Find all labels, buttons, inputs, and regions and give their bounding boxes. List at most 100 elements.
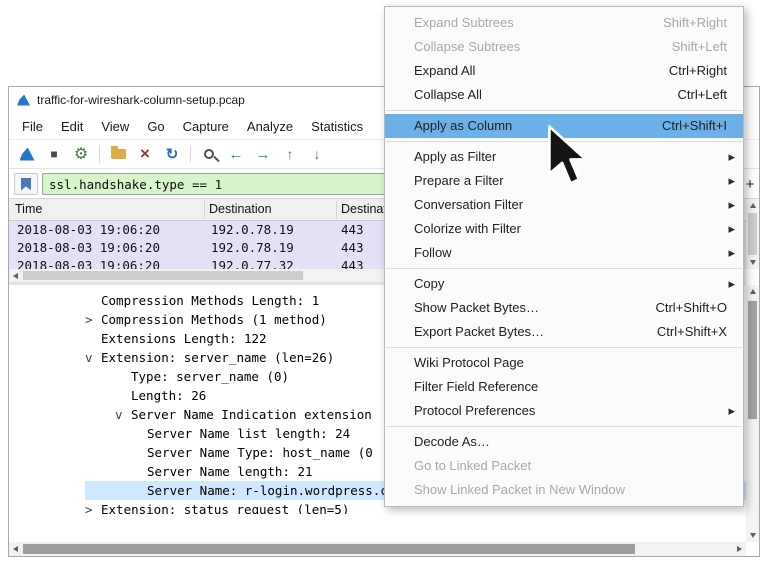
stop-capture-icon[interactable] xyxy=(42,142,66,166)
menu-item-follow[interactable]: Follow xyxy=(385,241,743,265)
scrollbar-thumb[interactable] xyxy=(748,213,757,255)
go-to-first-packet-icon[interactable] xyxy=(278,142,302,166)
menu-go[interactable]: Go xyxy=(138,119,173,134)
column-divider xyxy=(204,201,205,219)
packet-destination: 192.0.78.19 xyxy=(211,239,294,257)
scrollbar-thumb[interactable] xyxy=(23,544,635,554)
menu-item-shortcut: Ctrl+Shift+O xyxy=(655,296,727,320)
submenu-arrow-icon xyxy=(728,241,735,265)
tree-expand-arrow[interactable]: v xyxy=(85,348,101,367)
submenu-arrow-icon xyxy=(728,169,735,193)
filter-bookmark-button[interactable] xyxy=(14,173,38,195)
menu-item-label: Show Linked Packet in New Window xyxy=(414,478,727,502)
menu-item-expand-all[interactable]: Expand All Ctrl+Right xyxy=(385,59,743,83)
toolbar-separator xyxy=(190,145,191,163)
menu-item-label: Expand Subtrees xyxy=(414,11,643,35)
menu-item-show-linked-packet-in-new-window: Show Linked Packet in New Window xyxy=(385,478,743,502)
close-file-icon[interactable] xyxy=(133,142,157,166)
column-divider xyxy=(336,201,337,219)
tree-item-text: Compression Methods Length: 1 xyxy=(101,293,319,308)
menu-item-go-to-linked-packet: Go to Linked Packet xyxy=(385,454,743,478)
menu-item-wiki-protocol-page[interactable]: Wiki Protocol Page xyxy=(385,351,743,375)
scrollbar-thumb[interactable] xyxy=(748,301,757,419)
menu-separator xyxy=(386,347,742,348)
tree-item-text: Server Name Indication extension xyxy=(131,407,372,422)
add-filter-button[interactable]: + xyxy=(742,173,758,195)
menu-item-label: Protocol Preferences xyxy=(414,399,727,423)
menu-item-shortcut: Ctrl+Right xyxy=(669,59,727,83)
menu-item-filter-field-reference[interactable]: Filter Field Reference xyxy=(385,375,743,399)
window-title: traffic-for-wireshark-column-setup.pcap xyxy=(37,93,245,107)
tree-item-text: Server Name length: 21 xyxy=(147,464,313,479)
submenu-arrow-icon xyxy=(728,217,735,241)
screen: traffic-for-wireshark-column-setup.pcap … xyxy=(0,0,768,563)
go-forward-icon[interactable] xyxy=(251,142,275,166)
submenu-arrow-icon xyxy=(728,145,735,169)
menu-analyze[interactable]: Analyze xyxy=(238,119,302,134)
menu-item-label: Collapse Subtrees xyxy=(414,35,652,59)
scrollbar-thumb[interactable] xyxy=(23,271,303,280)
scroll-left-icon[interactable] xyxy=(9,542,22,555)
menu-item-label: Colorize with Filter xyxy=(414,217,727,241)
details-hscrollbar[interactable] xyxy=(9,542,746,556)
menu-item-label: Collapse All xyxy=(414,83,658,107)
bookmark-icon xyxy=(21,178,31,191)
reload-icon[interactable] xyxy=(160,142,184,166)
menu-item-label: Export Packet Bytes… xyxy=(414,320,637,344)
menu-item-collapse-all[interactable]: Collapse All Ctrl+Left xyxy=(385,83,743,107)
column-header-time[interactable]: Time xyxy=(15,202,42,216)
submenu-arrow-icon xyxy=(728,272,735,296)
scroll-right-icon[interactable] xyxy=(733,542,746,555)
find-packet-icon[interactable] xyxy=(197,142,221,166)
packet-destination-port: 443 xyxy=(341,239,364,257)
menu-item-label: Conversation Filter xyxy=(414,193,727,217)
packet-time: 2018-08-03 19:06:20 xyxy=(17,239,160,257)
scroll-down-icon[interactable] xyxy=(746,256,759,269)
packet-list-vscrollbar[interactable] xyxy=(746,199,759,269)
menu-item-decode-as[interactable]: Decode As… xyxy=(385,430,743,454)
menu-edit[interactable]: Edit xyxy=(52,119,92,134)
tree-expand-arrow[interactable]: > xyxy=(85,310,101,329)
column-header-destination[interactable]: Destination xyxy=(209,202,272,216)
toolbar-separator xyxy=(99,145,100,163)
tree-item-text: Length: 26 xyxy=(131,388,206,403)
menu-capture[interactable]: Capture xyxy=(174,119,238,134)
mouse-cursor xyxy=(546,124,590,190)
scroll-down-icon[interactable] xyxy=(746,529,759,542)
packet-destination: 192.0.78.19 xyxy=(211,221,294,239)
wireshark-logo-icon xyxy=(17,95,30,106)
menu-file[interactable]: File xyxy=(13,119,52,134)
tree-item-text: Compression Methods (1 method) xyxy=(101,312,327,327)
details-vscrollbar[interactable] xyxy=(746,285,759,542)
menu-item-label: Filter Field Reference xyxy=(414,375,727,399)
context-menu: Expand Subtrees Shift+Right Collapse Sub… xyxy=(384,6,744,507)
menu-item-label: Decode As… xyxy=(414,430,727,454)
menu-item-show-packet-bytes[interactable]: Show Packet Bytes… Ctrl+Shift+O xyxy=(385,296,743,320)
menu-item-copy[interactable]: Copy xyxy=(385,272,743,296)
menu-item-label: Show Packet Bytes… xyxy=(414,296,635,320)
menu-item-export-packet-bytes[interactable]: Export Packet Bytes… Ctrl+Shift+X xyxy=(385,320,743,344)
scroll-up-icon[interactable] xyxy=(746,285,759,298)
capture-options-icon[interactable] xyxy=(69,142,93,166)
go-back-icon[interactable] xyxy=(224,142,248,166)
menu-separator xyxy=(386,268,742,269)
menu-view[interactable]: View xyxy=(92,119,138,134)
pane-gap xyxy=(9,514,746,542)
scroll-left-icon[interactable] xyxy=(9,269,22,282)
go-to-last-packet-icon[interactable] xyxy=(305,142,329,166)
menu-item-conversation-filter[interactable]: Conversation Filter xyxy=(385,193,743,217)
tree-expand-arrow[interactable]: v xyxy=(115,405,131,424)
menu-item-colorize-with-filter[interactable]: Colorize with Filter xyxy=(385,217,743,241)
tree-item-text: Extension: status_request (len=5) xyxy=(101,502,349,514)
tree-expand-arrow[interactable]: > xyxy=(85,500,101,514)
menu-item-shortcut: Shift+Right xyxy=(663,11,727,35)
menu-item-shortcut: Ctrl+Shift+X xyxy=(657,320,727,344)
menu-item-label: Apply as Column xyxy=(414,114,642,138)
menu-item-label: Copy xyxy=(414,272,727,296)
menu-item-protocol-preferences[interactable]: Protocol Preferences xyxy=(385,399,743,423)
scroll-up-icon[interactable] xyxy=(746,199,759,212)
start-capture-icon[interactable] xyxy=(15,142,39,166)
menu-statistics[interactable]: Statistics xyxy=(302,119,372,134)
menu-item-shortcut: Shift+Left xyxy=(672,35,727,59)
open-file-icon[interactable] xyxy=(106,142,130,166)
